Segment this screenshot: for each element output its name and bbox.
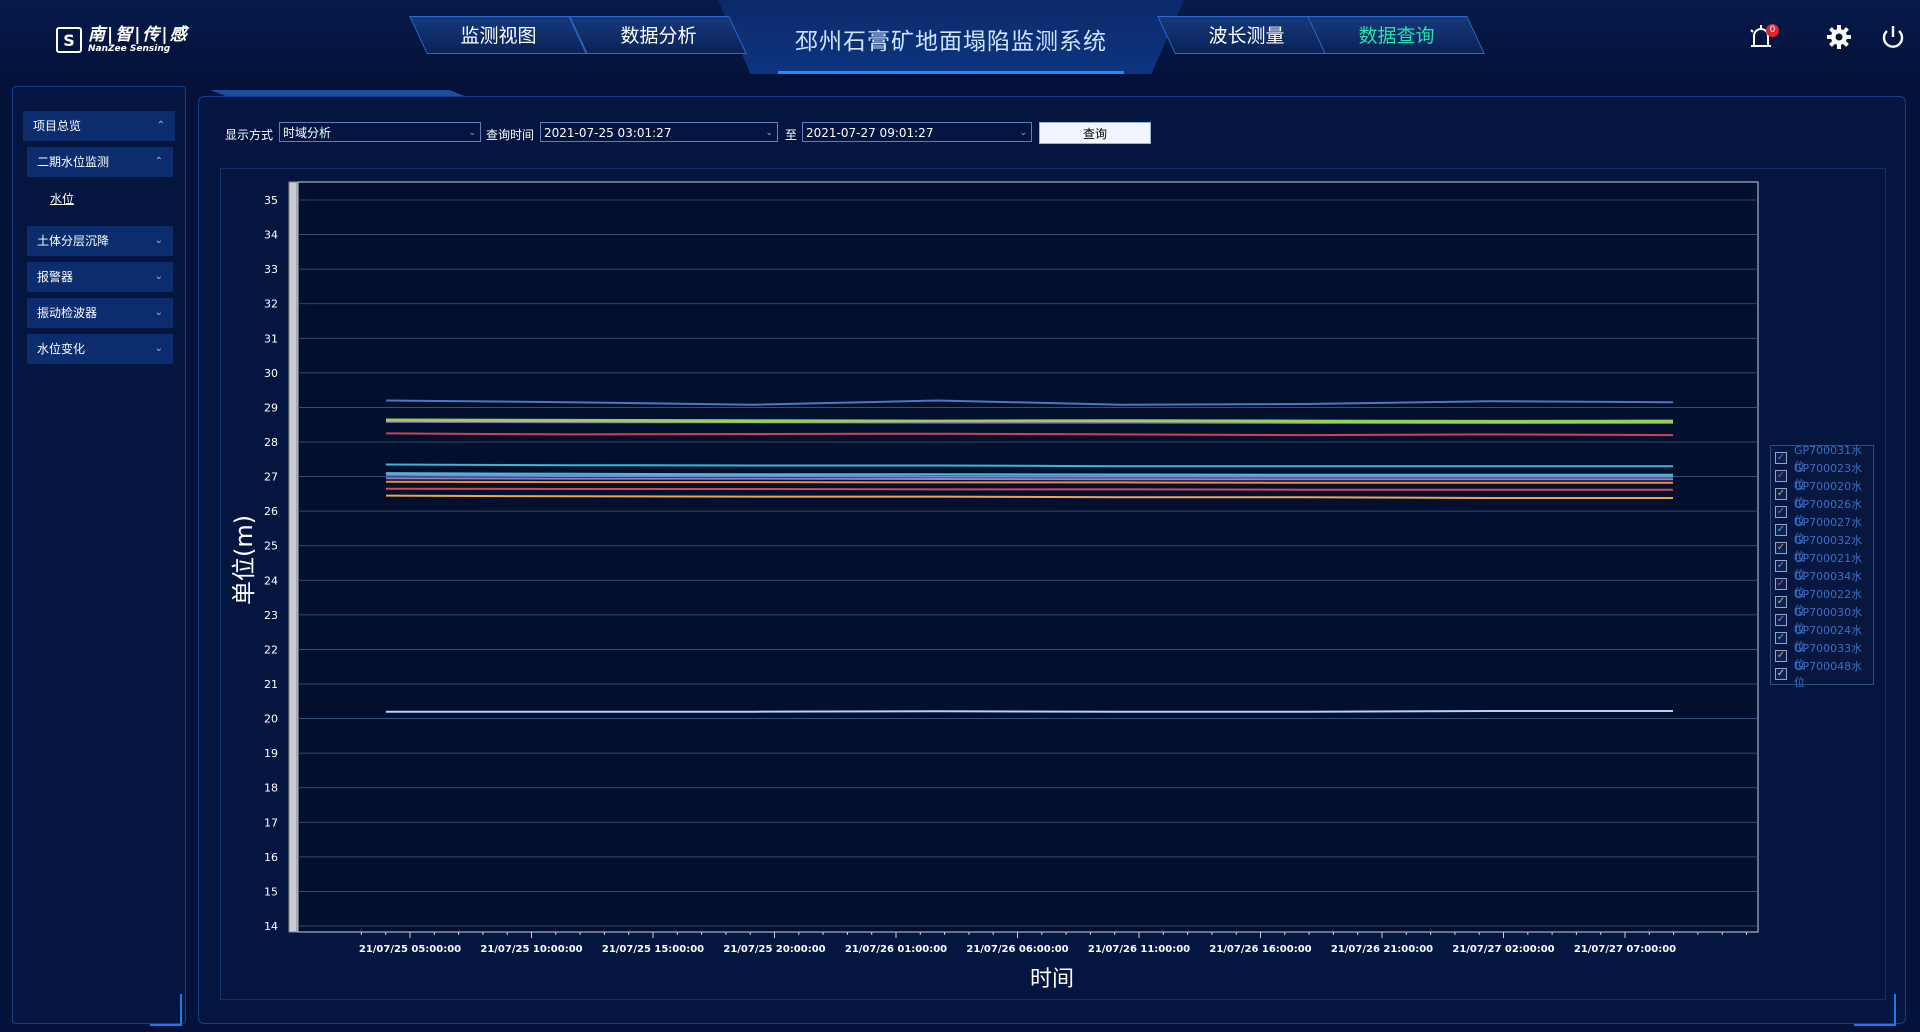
chevron-down-icon: ⌄ bbox=[468, 128, 476, 138]
end-time-select[interactable]: 2021-07-27 09:01:27 ⌄ bbox=[802, 122, 1032, 142]
tab-wavelength-measure[interactable]: 波长测量 bbox=[1157, 16, 1335, 54]
tab-data-query[interactable]: 数据查询 bbox=[1307, 16, 1485, 54]
tab-monitoring-view[interactable]: 监测视图 bbox=[409, 16, 587, 54]
to-label: 至 bbox=[785, 128, 798, 142]
sidebar-subitem-water-level[interactable]: 水位 bbox=[50, 190, 74, 207]
query-button[interactable]: 查询 bbox=[1039, 122, 1151, 144]
tab-data-analysis[interactable]: 数据分析 bbox=[569, 16, 747, 54]
legend-checkbox[interactable]: ✓ bbox=[1775, 668, 1787, 680]
query-time-label: 查询时间 bbox=[486, 128, 535, 142]
legend-checkbox[interactable]: ✓ bbox=[1775, 488, 1787, 500]
sidebar-item-vibration-detector[interactable]: 振动检波器 ⌄ bbox=[27, 298, 173, 328]
legend-checkbox[interactable]: ✓ bbox=[1775, 650, 1787, 662]
legend-item[interactable]: ✓ GP700048水位 bbox=[1775, 660, 1873, 689]
chevron-down-icon: ⌄ bbox=[1019, 128, 1027, 138]
sidebar-item-water-level-change[interactable]: 水位变化 ⌄ bbox=[27, 334, 173, 364]
legend-label: GP700048水位 bbox=[1793, 660, 1863, 689]
chevron-down-icon: ⌄ bbox=[154, 271, 163, 282]
sidebar-item-soil-settlement[interactable]: 土体分层沉降 ⌄ bbox=[27, 226, 173, 256]
legend-checkbox[interactable]: ✓ bbox=[1775, 506, 1787, 518]
sidebar-item-project-overview[interactable]: 项目总览 ⌃ bbox=[23, 111, 175, 141]
chevron-up-icon: ⌃ bbox=[154, 156, 163, 167]
system-title: 邳州石膏矿地面塌陷监测系统 bbox=[795, 29, 1107, 55]
sidebar-item-phase2-water-level[interactable]: 二期水位监测 ⌃ bbox=[27, 147, 173, 177]
display-mode-select[interactable]: 时域分析 ⌄ bbox=[279, 122, 481, 142]
alarm-count-badge: 0 bbox=[1766, 24, 1779, 37]
corner-decoration bbox=[1854, 994, 1896, 1026]
chevron-up-icon: ⌃ bbox=[156, 120, 165, 131]
chart-legend: ✓ GP700031水位 ✓ GP700023水位 ✓ GP700020水位 ✓ GP7000… bbox=[1770, 444, 1874, 689]
legend-checkbox[interactable]: ✓ bbox=[1775, 614, 1787, 626]
legend-checkbox[interactable]: ✓ bbox=[1775, 452, 1787, 464]
app-header: S 南|智|传|感 NanZee Sensing 邳州石膏矿地面塌陷监测系统 监… bbox=[0, 0, 1920, 78]
legend-checkbox[interactable]: ✓ bbox=[1775, 524, 1787, 536]
chevron-down-icon: ⌄ bbox=[154, 307, 163, 318]
company-logo: S 南|智|传|感 NanZee Sensing bbox=[56, 26, 189, 54]
sidebar-item-alarm[interactable]: 报警器 ⌄ bbox=[27, 262, 173, 292]
legend-checkbox[interactable]: ✓ bbox=[1775, 578, 1787, 590]
display-mode-label: 显示方式 bbox=[225, 128, 274, 142]
logo-english-text: NanZee Sensing bbox=[88, 44, 171, 54]
legend-checkbox[interactable]: ✓ bbox=[1775, 632, 1787, 644]
chevron-down-icon: ⌄ bbox=[154, 343, 163, 354]
legend-checkbox[interactable]: ✓ bbox=[1775, 596, 1787, 608]
corner-decoration bbox=[150, 994, 182, 1026]
legend-checkbox[interactable]: ✓ bbox=[1775, 542, 1787, 554]
chevron-down-icon: ⌄ bbox=[765, 128, 773, 138]
logo-chinese-text: 南|智|传|感 bbox=[88, 25, 189, 45]
chart-frame bbox=[220, 168, 1886, 1000]
logo-mark-icon: S bbox=[56, 27, 82, 53]
legend-checkbox[interactable]: ✓ bbox=[1775, 470, 1787, 482]
gear-icon[interactable] bbox=[1824, 22, 1854, 52]
chevron-down-icon: ⌄ bbox=[154, 235, 163, 246]
start-time-select[interactable]: 2021-07-25 03:01:27 ⌄ bbox=[540, 122, 778, 142]
legend-checkbox[interactable]: ✓ bbox=[1775, 560, 1787, 572]
power-icon[interactable] bbox=[1878, 22, 1908, 52]
